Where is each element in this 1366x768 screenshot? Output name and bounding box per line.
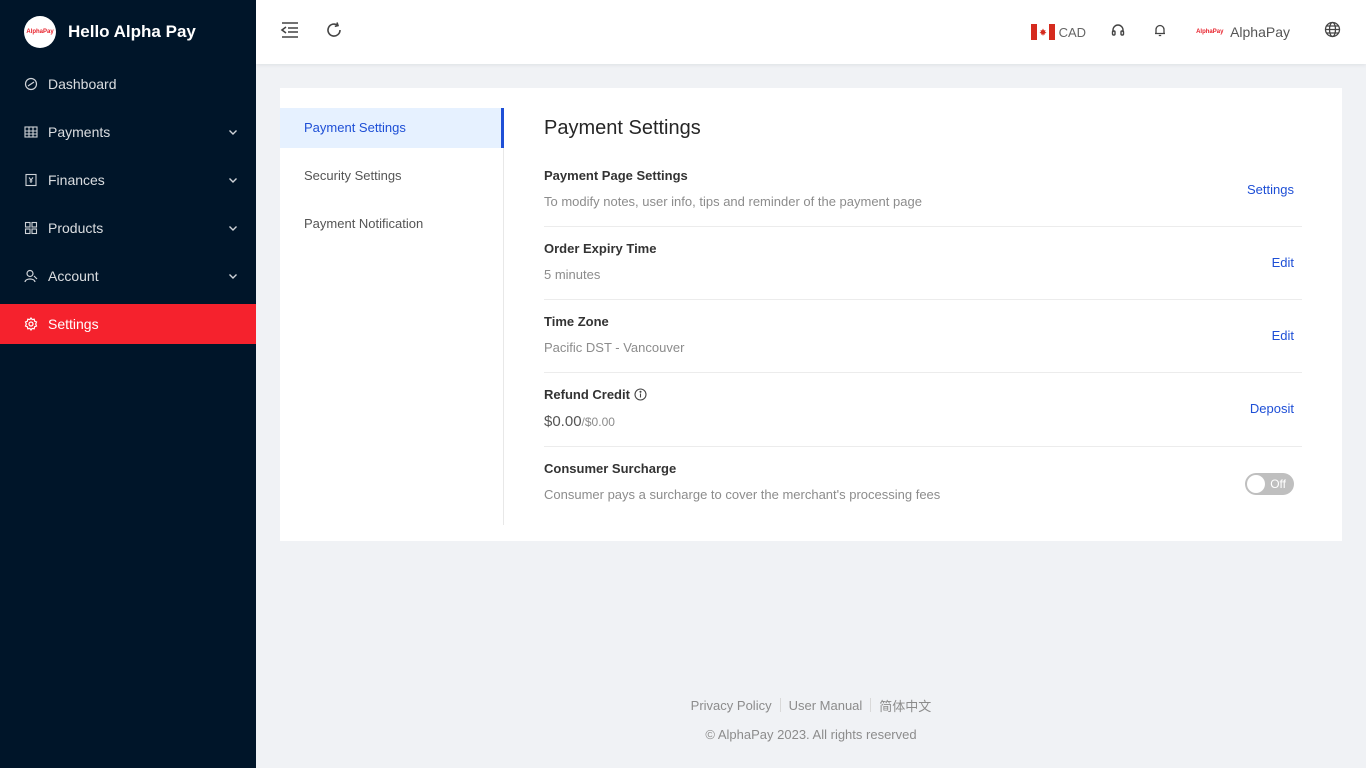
headset-icon (1111, 23, 1125, 42)
setting-title: Order Expiry Time (544, 241, 657, 256)
setting-row-refund-credit: Refund Credit $0.00/$0.00 Deposit (544, 373, 1302, 447)
setting-title: Consumer Surcharge (544, 461, 677, 476)
consumer-surcharge-toggle[interactable]: Off (1245, 473, 1294, 495)
bell-icon (1153, 23, 1167, 42)
currency-selector[interactable]: CAD (1030, 24, 1087, 40)
header-actions: CAD AlphaPay AlphaPay (1030, 0, 1350, 64)
setting-row-payment-page: Payment Page Settings To modify notes, u… (544, 154, 1302, 227)
refund-credit-amount: $0.00/$0.00 (544, 413, 615, 430)
sidebar-item-products[interactable]: Products (0, 208, 256, 248)
info-icon[interactable] (634, 388, 647, 401)
footer: Privacy Policy User Manual 简体中文 © AlphaP… (256, 690, 1366, 750)
setting-row-order-expiry: Order Expiry Time 5 minutes Edit (544, 227, 1302, 300)
sidebar-item-payments[interactable]: Payments (0, 112, 256, 152)
chevron-down-icon (228, 223, 238, 233)
toggle-knob (1247, 475, 1265, 493)
table-icon (24, 125, 38, 139)
collapse-sidebar-button[interactable] (278, 20, 302, 44)
sidebar-item-label: Dashboard (48, 76, 117, 92)
order-expiry-edit-link[interactable]: Edit (1272, 255, 1294, 270)
deposit-link[interactable]: Deposit (1250, 401, 1294, 416)
setting-title: Time Zone (544, 314, 609, 329)
user-menu[interactable]: AlphaPay AlphaPay (1196, 24, 1290, 40)
user-name: AlphaPay (1230, 24, 1290, 40)
menu-fold-icon (280, 21, 300, 44)
chevron-down-icon (228, 127, 238, 137)
chevron-down-icon (228, 271, 238, 281)
user-logo: AlphaPay (1196, 29, 1224, 35)
settings-panel: Payment Settings Payment Page Settings T… (544, 108, 1302, 520)
tab-payment-settings[interactable]: Payment Settings (280, 108, 504, 148)
setting-row-time-zone: Time Zone Pacific DST - Vancouver Edit (544, 300, 1302, 373)
footer-links: Privacy Policy User Manual 简体中文 (256, 690, 1366, 720)
currency-label: CAD (1058, 24, 1087, 40)
top-header: CAD AlphaPay AlphaPay (256, 0, 1366, 64)
chevron-down-icon (228, 175, 238, 185)
tab-payment-notification[interactable]: Payment Notification (280, 204, 503, 244)
refund-credit-balance: $0.00 (544, 413, 582, 430)
setting-desc: Pacific DST - Vancouver (544, 340, 685, 355)
time-zone-edit-link[interactable]: Edit (1272, 328, 1294, 343)
sidebar-item-settings[interactable]: Settings (0, 304, 256, 344)
toggle-label: Off (1270, 477, 1286, 491)
sidebar: AlphaPay Hello Alpha Pay Dashboard Payme… (0, 0, 256, 768)
refresh-button[interactable] (322, 20, 346, 44)
sidebar-item-finances[interactable]: Finances (0, 160, 256, 200)
sidebar-item-label: Settings (48, 316, 99, 332)
grid-icon (24, 221, 38, 235)
copyright: © AlphaPay 2023. All rights reserved (705, 727, 917, 742)
setting-row-consumer-surcharge: Consumer Surcharge Consumer pays a surch… (544, 447, 1302, 520)
sidebar-menu: Dashboard Payments Finances Products Acc… (0, 64, 256, 344)
sidebar-item-account[interactable]: Account (0, 256, 256, 296)
brand-title: Hello Alpha Pay (68, 22, 196, 41)
user-icon (24, 269, 38, 283)
language-button[interactable] (1320, 20, 1344, 44)
setting-desc: Consumer pays a surcharge to cover the m… (544, 487, 941, 502)
finance-icon (24, 173, 38, 187)
sidebar-item-label: Payments (48, 124, 111, 140)
sidebar-item-label: Products (48, 220, 104, 236)
refund-credit-total: /$0.00 (581, 415, 615, 429)
brand[interactable]: AlphaPay Hello Alpha Pay (0, 0, 256, 64)
sidebar-item-dashboard[interactable]: Dashboard (0, 64, 256, 104)
setting-desc: To modify notes, user info, tips and rem… (544, 194, 922, 209)
gear-icon (24, 317, 38, 331)
settings-card: Payment Settings Security Settings Payme… (280, 88, 1342, 541)
payment-page-settings-link[interactable]: Settings (1247, 182, 1294, 197)
dashboard-icon (24, 77, 38, 91)
brand-logo: AlphaPay (24, 16, 56, 48)
sidebar-item-label: Account (48, 268, 99, 284)
notifications-button[interactable] (1148, 20, 1172, 44)
sidebar-item-label: Finances (48, 172, 105, 188)
tab-security-settings[interactable]: Security Settings (280, 156, 503, 196)
setting-title: Refund Credit (544, 387, 647, 402)
privacy-policy-link[interactable]: Privacy Policy (683, 698, 780, 713)
setting-desc: 5 minutes (544, 267, 601, 282)
user-manual-link[interactable]: User Manual (781, 698, 871, 713)
support-button[interactable] (1106, 20, 1130, 44)
settings-subnav: Payment Settings Security Settings Payme… (280, 108, 504, 525)
globe-icon (1324, 21, 1341, 43)
canada-flag-icon (1030, 24, 1055, 40)
page-title: Payment Settings (544, 117, 701, 139)
setting-title: Payment Page Settings (544, 168, 688, 183)
language-chinese-link[interactable]: 简体中文 (871, 696, 939, 715)
refresh-icon (325, 21, 343, 44)
